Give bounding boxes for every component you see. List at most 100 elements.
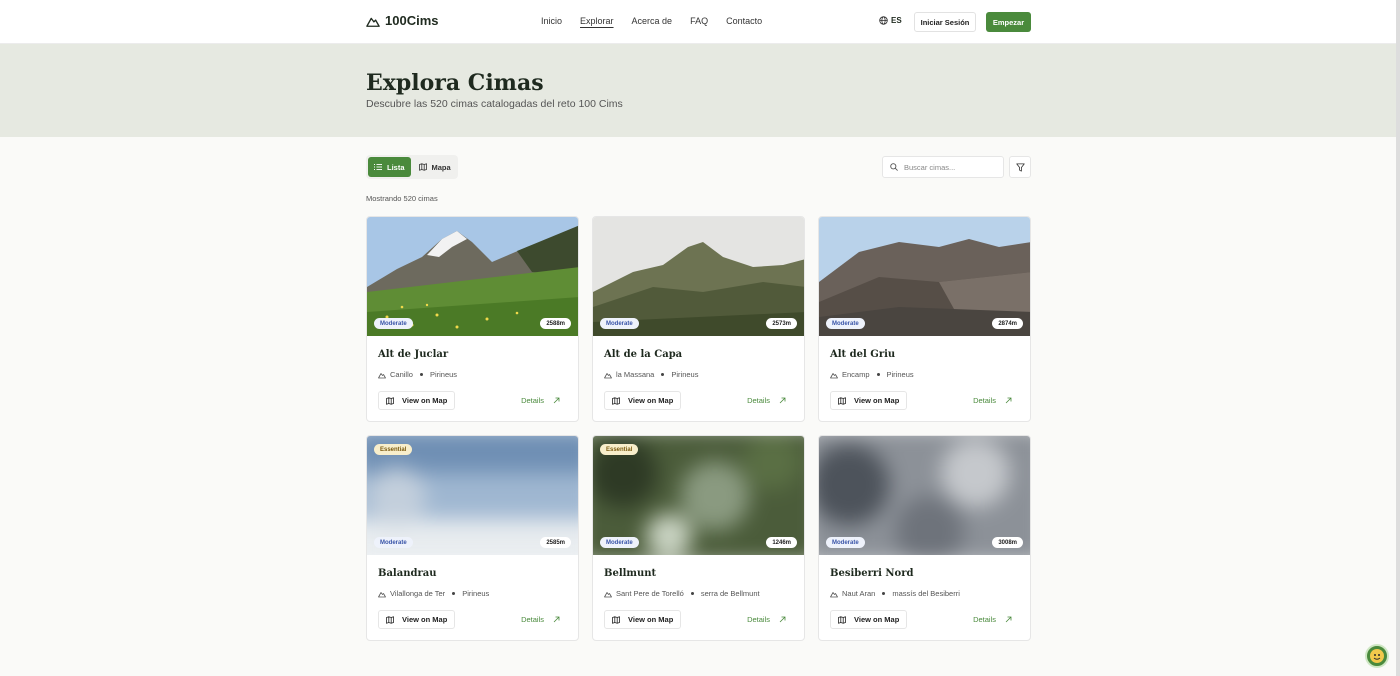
nav-acerca-de[interactable]: Acerca de [632,16,673,26]
list-icon [374,164,382,170]
mountain-location-icon [604,372,612,378]
separator-dot [690,592,694,595]
view-on-map-label: View on Map [854,396,900,405]
filter-icon [1015,162,1025,172]
difficulty-badge: Moderate [826,537,865,548]
peak-card[interactable]: Moderate 2588m Alt de Juclar Canillo Pir… [366,216,579,422]
peak-name[interactable]: Balandrau [378,568,437,579]
mountain-location-icon [830,591,838,597]
view-on-map-label: View on Map [402,615,448,624]
altitude-badge: 2588m [540,318,571,329]
mountain-location-icon [378,591,386,597]
search-box [882,156,1004,178]
peak-name[interactable]: Besiberri Nord [830,568,914,579]
altitude-badge: 3008m [992,537,1023,548]
map-icon [386,615,394,624]
peak-card[interactable]: Moderate 3008m Besiberri Nord Naut Aran … [818,435,1031,641]
peak-town: la Massana [616,370,655,379]
nav-faq[interactable]: FAQ [690,16,708,26]
peak-card[interactable]: Essential Moderate 1246m Bellmunt Sant P… [592,435,805,641]
separator-dot [419,373,423,376]
view-on-map-button[interactable]: View on Map [830,391,908,410]
peak-name[interactable]: Alt del Griu [830,349,895,360]
view-on-map-label: View on Map [628,615,674,624]
nav-explorar[interactable]: Explorar [580,16,614,26]
peak-region: Pirineus [429,370,458,379]
details-label: Details [973,615,996,624]
details-link[interactable]: Details [747,396,786,405]
map-view-label: Mapa [431,162,451,172]
mountain-location-icon [830,372,838,378]
peak-town: Canillo [390,370,413,379]
difficulty-badge: Moderate [600,537,639,548]
view-on-map-button[interactable]: View on Map [378,610,456,629]
altitude-badge: 2874m [992,318,1023,329]
map-icon [612,615,620,624]
peak-card[interactable]: Moderate 2573m Alt de la Capa la Massana… [592,216,805,422]
page-scrollbar[interactable] [1396,0,1400,676]
map-icon [386,396,394,405]
peak-card[interactable]: Moderate 2874m Alt del Griu Encamp Pirin… [818,216,1031,422]
peak-name[interactable]: Alt de Juclar [378,349,448,360]
mountain-logo-icon [366,17,380,27]
view-on-map-button[interactable]: View on Map [604,610,682,629]
peak-region: serra de Bellmunt [700,589,760,598]
view-on-map-button[interactable]: View on Map [378,391,456,410]
start-button[interactable]: Empezar [986,12,1031,32]
peak-location: Canillo Pirineus [378,370,457,379]
peak-town: Sant Pere de Torelló [616,589,684,598]
peak-town: Vilallonga de Ter [390,589,446,598]
altitude-badge: 2585m [540,537,571,548]
essential-badge: Essential [374,444,413,455]
peak-location: Sant Pere de Torelló serra de Bellmunt [604,589,760,598]
peak-location: Vilallonga de Ter Pirineus [378,589,489,598]
logo[interactable]: 100Cims [366,13,438,28]
search-icon [890,163,898,171]
login-button[interactable]: Iniciar Sesión [914,12,976,32]
filter-button[interactable] [1009,156,1031,178]
view-on-map-button[interactable]: View on Map [830,610,908,629]
difficulty-badge: Moderate [600,318,639,329]
peak-name[interactable]: Bellmunt [604,568,656,579]
peak-card[interactable]: Essential Moderate 2585m Balandrau Vilal… [366,435,579,641]
details-label: Details [521,615,544,624]
list-view-button[interactable]: Lista [368,157,411,177]
details-link[interactable]: Details [521,396,560,405]
altitude-badge: 2573m [766,318,797,329]
essential-badge: Essential [600,444,639,455]
separator-dot [661,373,665,376]
difficulty-badge: Moderate [826,318,865,329]
arrow-up-right-icon [1005,397,1012,404]
peak-region: Pirineus [671,370,699,379]
list-view-label: Lista [387,162,405,172]
view-on-map-label: View on Map [854,615,900,624]
details-link[interactable]: Details [747,615,786,624]
search-input[interactable] [904,162,994,172]
peak-name[interactable]: Alt de la Capa [604,349,682,360]
view-on-map-label: View on Map [402,396,448,405]
nav-contacto[interactable]: Contacto [726,16,762,26]
view-on-map-button[interactable]: View on Map [604,391,682,410]
view-toggle: Lista Mapa [366,155,458,179]
difficulty-badge: Moderate [374,537,413,548]
peak-town: Naut Aran [842,589,876,598]
peak-region: massís del Besiberri [892,589,960,598]
map-view-button[interactable]: Mapa [413,157,457,177]
details-link[interactable]: Details [973,615,1012,624]
details-label: Details [973,396,996,405]
mountain-location-icon [604,591,612,597]
chat-assistant-button[interactable] [1365,644,1389,668]
altitude-badge: 1246m [766,537,797,548]
map-icon [612,396,620,405]
details-link[interactable]: Details [973,396,1012,405]
details-label: Details [521,396,544,405]
nav-inicio[interactable]: Inicio [541,16,562,26]
peak-location: la Massana Pirineus [604,370,698,379]
map-icon [838,396,846,405]
page-title: Explora Cimas [366,70,544,96]
details-link[interactable]: Details [521,615,560,624]
globe-icon [879,16,888,25]
details-label: Details [747,615,770,624]
language-selector[interactable]: ES [879,16,902,25]
logo-text: 100Cims [385,13,439,28]
